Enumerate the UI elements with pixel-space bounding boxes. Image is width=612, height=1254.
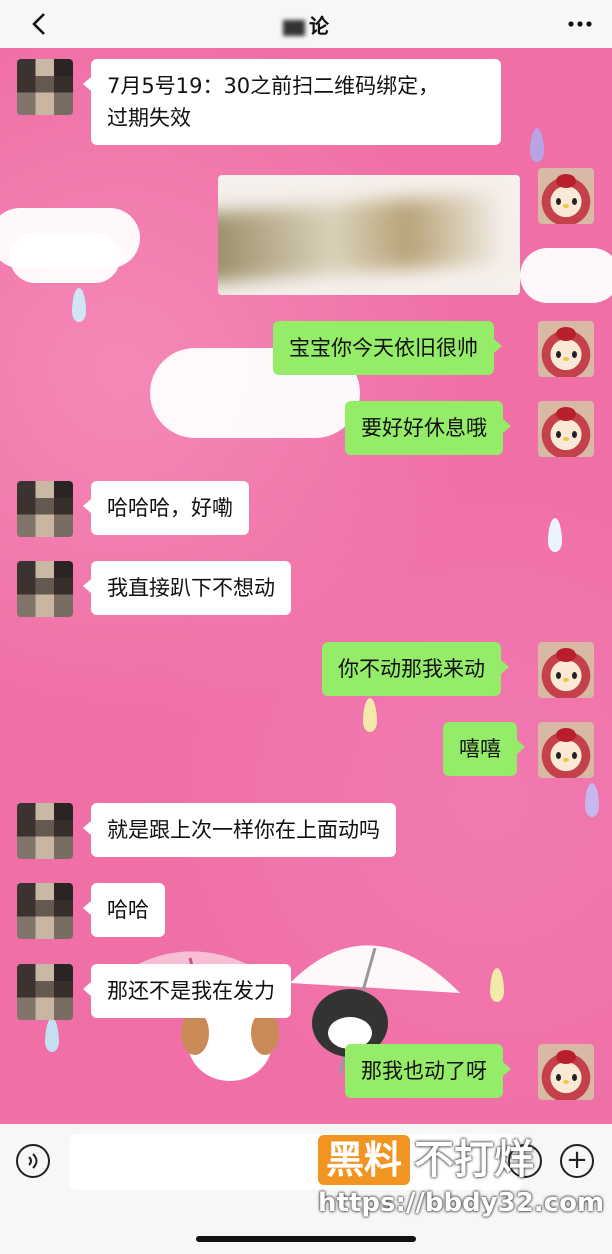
kitty-nose-icon (563, 437, 569, 441)
message-bubble-out[interactable]: 你不动那我来动 (322, 642, 509, 696)
wallpaper-cloud (10, 233, 120, 283)
kitty-eye-icon (572, 672, 577, 679)
kitty-eye-icon (572, 752, 577, 759)
chat-header: 论 (0, 0, 612, 48)
watermark-box-text: 黑料 (318, 1135, 411, 1185)
self-avatar[interactable] (538, 642, 594, 698)
self-avatar[interactable] (538, 1044, 594, 1100)
wallpaper-cloud (520, 248, 612, 303)
plus-icon[interactable]: + (560, 1144, 594, 1178)
kitty-eye-icon (556, 351, 561, 358)
wallpaper-drop (585, 783, 599, 817)
kitty-eye-icon (556, 431, 561, 438)
message-bubble-in[interactable]: 那还不是我在发力 (83, 964, 291, 1018)
more-dots-icon[interactable] (568, 20, 592, 28)
message-bubble-out[interactable]: 那我也动了呀 (345, 1044, 511, 1098)
watermark-url: https://bbdy32.com (318, 1188, 605, 1218)
kitty-eye-icon (572, 431, 577, 438)
message-bubble-out[interactable]: 要好好休息哦 (345, 401, 511, 455)
contact-avatar[interactable] (17, 561, 73, 617)
wallpaper-drop (548, 518, 562, 552)
wallpaper-drop (530, 128, 544, 162)
kitty-bow-icon (556, 407, 576, 421)
watermark-text: 不打烊 (414, 1137, 535, 1183)
wallpaper-drop (45, 1018, 59, 1052)
message-bubble-in[interactable]: 就是跟上次一样你在上面动吗 (83, 803, 396, 857)
contact-avatar[interactable] (17, 964, 73, 1020)
kitty-eye-icon (556, 672, 561, 679)
watermark-logo: 黑料 不打烊 (318, 1135, 534, 1185)
chat-area[interactable]: 7月5号19：30之前扫二维码绑定， 过期失效 宝宝你今天依旧很帅 要好好休息哦… (0, 48, 612, 1124)
self-avatar[interactable] (538, 722, 594, 778)
self-avatar[interactable] (538, 401, 594, 457)
message-bubble-out[interactable]: 嘻嘻 (443, 722, 525, 776)
wallpaper-drop (72, 288, 86, 322)
voice-wave-icon (28, 1153, 38, 1169)
kitty-eye-icon (556, 1074, 561, 1081)
kitty-eye-icon (572, 198, 577, 205)
contact-avatar[interactable] (17, 59, 73, 115)
kitty-bow-icon (556, 174, 576, 188)
message-bubble-in[interactable]: 哈哈 (83, 883, 165, 937)
kitty-nose-icon (563, 204, 569, 208)
kitty-eye-icon (572, 351, 577, 358)
home-indicator[interactable] (196, 1236, 416, 1242)
message-bubble-out[interactable]: 宝宝你今天依旧很帅 (273, 321, 502, 375)
kitty-bow-icon (556, 327, 576, 341)
kitty-bow-icon (556, 728, 576, 742)
kitty-eye-icon (572, 1074, 577, 1081)
contact-avatar[interactable] (17, 803, 73, 859)
self-avatar[interactable] (538, 168, 594, 224)
kitty-nose-icon (563, 1080, 569, 1084)
kitty-eye-icon (556, 198, 561, 205)
kitty-nose-icon (563, 678, 569, 682)
message-bubble-in[interactable]: 我直接趴下不想动 (83, 561, 291, 615)
chat-title: 论 (0, 10, 612, 39)
message-bubble-in[interactable]: 7月5号19：30之前扫二维码绑定， 过期失效 (83, 59, 501, 145)
kitty-eye-icon (556, 752, 561, 759)
kitty-bow-icon (556, 1050, 576, 1064)
voice-icon[interactable] (16, 1144, 50, 1178)
redacted-name (283, 19, 305, 36)
kitty-bow-icon (556, 648, 576, 662)
kitty-nose-icon (563, 758, 569, 762)
contact-avatar[interactable] (17, 883, 73, 939)
message-bubble-in[interactable]: 哈哈哈，好嘞 (83, 481, 249, 535)
self-avatar[interactable] (538, 321, 594, 377)
contact-avatar[interactable] (17, 481, 73, 537)
kitty-nose-icon (563, 357, 569, 361)
wallpaper-drop (363, 698, 377, 732)
redaction-blur (218, 192, 501, 284)
wallpaper-drop (490, 968, 504, 1002)
redacted-image-message[interactable] (218, 175, 520, 295)
